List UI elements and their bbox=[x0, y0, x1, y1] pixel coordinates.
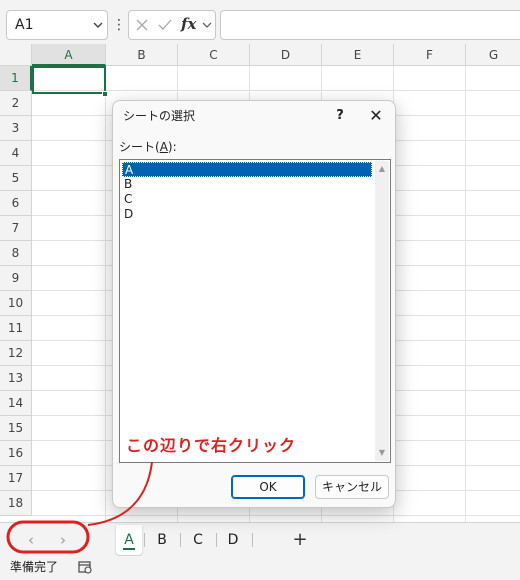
accessibility-icon[interactable] bbox=[78, 560, 92, 574]
status-text: 準備完了 bbox=[10, 560, 59, 574]
sheet-tab-b[interactable]: B bbox=[146, 525, 178, 555]
grid-vline bbox=[465, 66, 466, 522]
ok-button[interactable]: OK bbox=[231, 475, 305, 499]
sheet-listbox[interactable]: ABCD ▲ ▼ bbox=[119, 159, 391, 463]
sheet-list-item[interactable]: A bbox=[122, 162, 372, 177]
chevron-right-icon[interactable]: › bbox=[54, 531, 72, 549]
more-options-icon[interactable]: ⋮ bbox=[112, 14, 126, 36]
row-header-9[interactable]: 9 bbox=[0, 266, 32, 291]
row-header-10[interactable]: 10 bbox=[0, 291, 32, 316]
sheet-list-item[interactable]: B bbox=[122, 177, 372, 192]
sheet-tab-label: C bbox=[193, 532, 203, 548]
check-icon[interactable] bbox=[157, 18, 173, 32]
column-header-c[interactable]: C bbox=[178, 44, 250, 66]
dialog-title: シートの選択 bbox=[123, 109, 196, 123]
row-header-13[interactable]: 13 bbox=[0, 366, 32, 391]
row-header-6[interactable]: 6 bbox=[0, 191, 32, 216]
close-icon[interactable] bbox=[135, 18, 149, 32]
tab-separator bbox=[144, 533, 145, 547]
sheet-tab-c[interactable]: C bbox=[182, 525, 214, 555]
label-prefix: シート( bbox=[119, 140, 160, 154]
sheet-list-item[interactable]: C bbox=[122, 192, 372, 207]
sheet-list-label: シート(A): bbox=[119, 139, 177, 155]
chevron-left-icon[interactable]: ‹ bbox=[22, 531, 40, 549]
row-header-1[interactable]: 1 bbox=[0, 66, 32, 91]
sheet-tab-d[interactable]: D bbox=[216, 525, 250, 555]
help-button[interactable]: ? bbox=[329, 105, 351, 127]
sheet-tab-bar: ‹ › A B C D + bbox=[0, 522, 520, 556]
column-header-f[interactable]: F bbox=[394, 44, 466, 66]
cancel-button[interactable]: キャンセル bbox=[315, 475, 389, 499]
row-header-3[interactable]: 3 bbox=[0, 116, 32, 141]
sheet-tab-label: A bbox=[123, 532, 135, 550]
sheet-list-item[interactable]: D bbox=[122, 207, 372, 222]
close-icon: ✕ bbox=[369, 106, 383, 125]
fill-handle[interactable] bbox=[102, 91, 108, 97]
grid-hline bbox=[32, 515, 520, 516]
sheet-tab-label: D bbox=[227, 532, 239, 548]
sheet-tab-label: B bbox=[157, 532, 167, 548]
name-box-value: A1 bbox=[15, 17, 34, 33]
row-header-18[interactable]: 18 bbox=[0, 491, 32, 516]
formula-bar: A1 ⋮ fx bbox=[0, 0, 520, 48]
row-header-2[interactable]: 2 bbox=[0, 91, 32, 116]
column-header-b[interactable]: B bbox=[106, 44, 178, 66]
row-header-8[interactable]: 8 bbox=[0, 241, 32, 266]
column-header-g[interactable]: G bbox=[466, 44, 520, 66]
sheet-tab-a[interactable]: A bbox=[116, 525, 142, 555]
column-header-d[interactable]: D bbox=[250, 44, 322, 66]
scrollbar[interactable]: ▲ ▼ bbox=[375, 161, 389, 461]
active-cell[interactable] bbox=[32, 66, 106, 94]
row-header-7[interactable]: 7 bbox=[0, 216, 32, 241]
scroll-up-icon[interactable]: ▲ bbox=[377, 164, 387, 174]
close-button[interactable]: ✕ bbox=[365, 105, 387, 127]
chevron-down-icon[interactable] bbox=[90, 10, 106, 40]
row-header-14[interactable]: 14 bbox=[0, 391, 32, 416]
column-header-e[interactable]: E bbox=[322, 44, 394, 66]
row-header-15[interactable]: 15 bbox=[0, 416, 32, 441]
status-bar: 準備完了 bbox=[0, 556, 520, 580]
label-suffix: ): bbox=[167, 140, 177, 154]
fx-icon[interactable]: fx bbox=[181, 15, 196, 33]
tab-separator bbox=[252, 533, 253, 547]
formula-input[interactable] bbox=[220, 10, 520, 40]
select-all-corner[interactable] bbox=[0, 44, 32, 66]
row-header-12[interactable]: 12 bbox=[0, 341, 32, 366]
row-header-11[interactable]: 11 bbox=[0, 316, 32, 341]
row-header-17[interactable]: 17 bbox=[0, 466, 32, 491]
scroll-down-icon[interactable]: ▼ bbox=[377, 448, 387, 458]
column-header-a[interactable]: A bbox=[32, 44, 106, 66]
row-header-4[interactable]: 4 bbox=[0, 141, 32, 166]
row-header-16[interactable]: 16 bbox=[0, 441, 32, 466]
grid-vline bbox=[105, 66, 106, 522]
annotation-callout: この辺りで右クリック bbox=[126, 436, 297, 455]
tab-separator bbox=[180, 533, 181, 547]
formula-buttons: fx bbox=[128, 10, 216, 40]
row-header-5[interactable]: 5 bbox=[0, 166, 32, 191]
chevron-down-icon[interactable] bbox=[201, 20, 213, 30]
label-accelerator: A bbox=[159, 140, 168, 154]
add-sheet-button[interactable]: + bbox=[288, 527, 312, 553]
